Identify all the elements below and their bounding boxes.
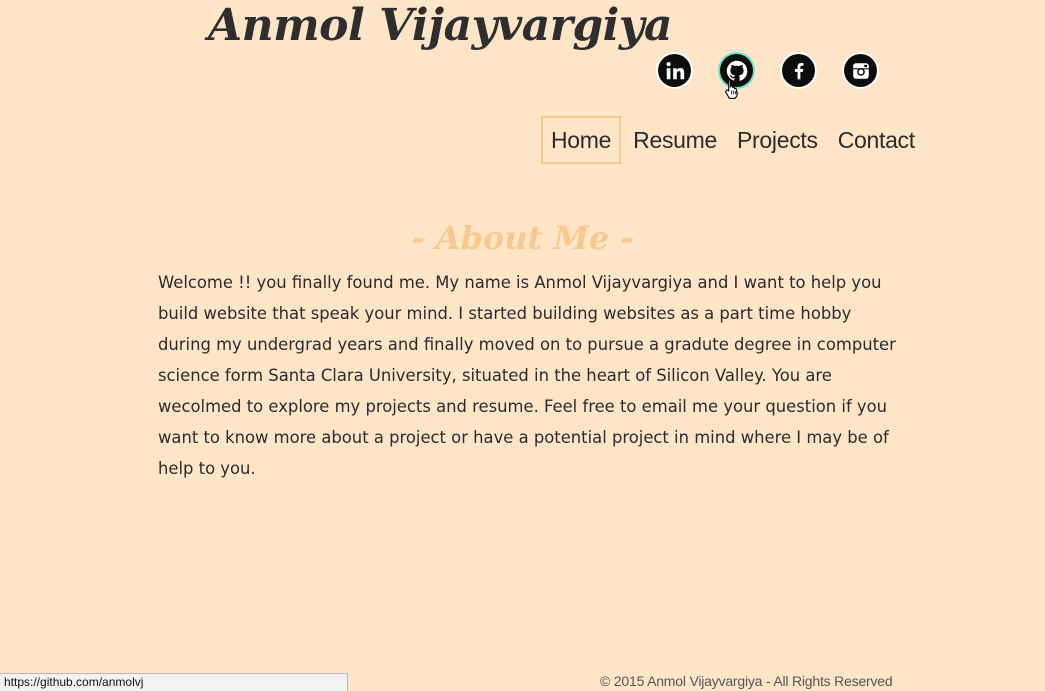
main-nav: Home Resume Projects Contact — [541, 116, 927, 164]
hand-cursor-icon — [724, 78, 740, 104]
linkedin-link[interactable] — [656, 52, 693, 89]
nav-resume[interactable]: Resume — [625, 116, 725, 164]
instagram-icon — [844, 54, 877, 87]
facebook-link[interactable] — [780, 52, 817, 89]
about-text: Welcome !! you finally found me. My name… — [158, 273, 896, 478]
instagram-link[interactable] — [842, 52, 879, 89]
linkedin-icon — [658, 54, 691, 87]
facebook-icon — [782, 54, 815, 87]
nav-projects[interactable]: Projects — [729, 116, 826, 164]
footer-copyright: © 2015 Anmol Vijayvargiya - All Rights R… — [600, 673, 893, 689]
social-links — [656, 52, 879, 89]
status-bar-url: https://github.com/anmolvj — [0, 673, 348, 691]
nav-contact[interactable]: Contact — [830, 116, 923, 164]
about-heading: - About Me - — [411, 219, 634, 257]
nav-home[interactable]: Home — [541, 116, 622, 164]
site-title: Anmol Vijayvargiya — [208, 0, 672, 51]
